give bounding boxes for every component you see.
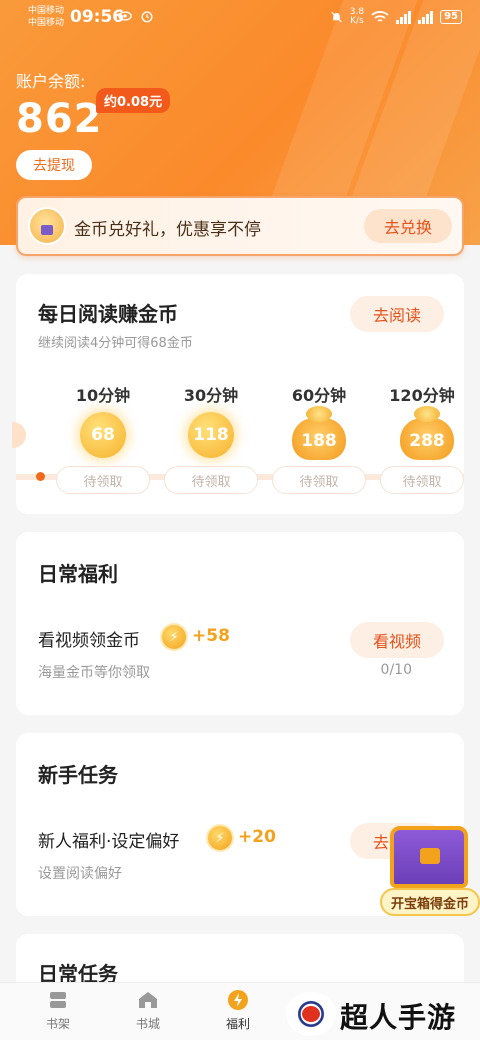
status-right: 3.8 K/s 95 — [330, 8, 462, 26]
nav-label: 书城 — [135, 1017, 160, 1031]
daily-welfare-title: 日常福利 — [38, 562, 118, 586]
milestone-status: 待领取 — [272, 466, 366, 494]
net-speed: 3.8 K/s — [349, 7, 365, 26]
battery-indicator: 95 — [440, 10, 462, 24]
nav-label: 书架 — [45, 1017, 70, 1031]
lightning-coin-icon: ⚡ — [208, 826, 232, 850]
clock: 09:56 — [70, 7, 125, 27]
daily-reading-title: 每日阅读赚金币 — [38, 302, 178, 326]
treasure-chest-icon — [390, 826, 468, 888]
progress-dot — [36, 472, 45, 481]
watermark-text: 超人手游网 — [340, 1001, 457, 1034]
nav-label: 福利 — [225, 1017, 250, 1031]
bookstore-icon — [139, 992, 157, 1008]
task-name: 新人福利·设定偏好 — [38, 832, 180, 852]
nav-bookshelf[interactable]: 书架 — [28, 989, 88, 1032]
nav-bookstore[interactable]: 书城 — [118, 989, 178, 1032]
carrier-2: 中国移动 — [28, 18, 65, 28]
alarm-icon — [141, 11, 153, 23]
watermark-logo-icon — [286, 992, 336, 1036]
lightning-coin-icon: ⚡ — [162, 625, 186, 649]
signal-icon — [396, 10, 412, 24]
milestone-time: 10分钟 — [75, 386, 131, 405]
task-desc: 海量金币等你领取 — [38, 665, 150, 681]
carrier-1: 中国移动 — [28, 6, 65, 16]
site-watermark: 超人手游网 — [286, 988, 480, 1040]
daily-welfare-card: 日常福利 看视频领金币 ⚡ +58 海量金币等你领取 看视频 0/10 — [16, 532, 464, 715]
balance-value: 862 — [16, 96, 103, 142]
wifi-icon — [371, 11, 389, 22]
status-bar: 中国移动 中国移动 09:56 3.8 K/s 95 — [0, 0, 480, 34]
milestone-status: 待领取 — [380, 466, 464, 494]
milestone-status: 待领取 — [164, 466, 258, 494]
carrier-labels: 中国移动 中国移动 — [28, 5, 64, 29]
newbie-task-title: 新手任务 — [38, 763, 118, 787]
task-desc: 设置阅读偏好 — [38, 866, 122, 882]
balance-approx-badge: 约0.08元 — [96, 88, 171, 113]
coin-icon: 68 — [80, 412, 126, 458]
task-name: 看视频领金币 — [38, 631, 140, 651]
task-reward: +20 — [238, 827, 276, 847]
milestone-60[interactable]: 60分钟 188 待领取 — [272, 382, 366, 497]
task-progress: 0/10 — [380, 662, 412, 678]
welfare-icon — [228, 990, 248, 1010]
milestone-120[interactable]: 120分钟 288 待领取 — [380, 382, 464, 497]
milestone-10[interactable]: 10分钟 68 待领取 — [56, 382, 150, 497]
watch-video-button[interactable]: 看视频 — [350, 622, 444, 658]
gift-avatar-icon — [28, 207, 66, 245]
task-reward: +58 — [192, 626, 230, 646]
milestone-status: 待领取 — [56, 466, 150, 494]
exchange-banner[interactable]: 金币兑好礼，优惠享不停 去兑换 — [16, 196, 464, 256]
daily-reading-subtitle: 继续阅读4分钟可得68金币 — [38, 336, 193, 351]
exchange-text: 金币兑好礼，优惠享不停 — [74, 220, 261, 240]
milestone-time: 30分钟 — [183, 386, 239, 405]
treasure-chest-button[interactable]: 开宝箱得金币 — [380, 826, 480, 918]
coin-bag-icon: 288 — [400, 406, 454, 460]
bookshelf-icon — [50, 992, 66, 1008]
milestone-time: 120分钟 — [389, 386, 455, 405]
daily-reading-card: 每日阅读赚金币 去阅读 继续阅读4分钟可得68金币 10分钟 68 待领取 30… — [12, 274, 464, 514]
withdraw-button[interactable]: 去提现 — [16, 150, 92, 180]
go-read-button[interactable]: 去阅读 — [350, 296, 444, 332]
treasure-label: 开宝箱得金币 — [380, 888, 480, 916]
eye-icon — [118, 11, 132, 21]
nav-welfare[interactable]: 福利 — [208, 989, 268, 1032]
coin-icon: 118 — [188, 412, 234, 458]
milestone-30[interactable]: 30分钟 118 待领取 — [164, 382, 258, 497]
balance-label: 账户余额: — [16, 72, 86, 91]
milestone-time: 60分钟 — [291, 386, 347, 405]
signal-icon — [418, 10, 434, 24]
coin-bag-icon: 188 — [292, 406, 346, 460]
mute-icon — [330, 11, 342, 23]
progress-arrow-icon — [12, 422, 26, 448]
exchange-button[interactable]: 去兑换 — [364, 209, 452, 243]
